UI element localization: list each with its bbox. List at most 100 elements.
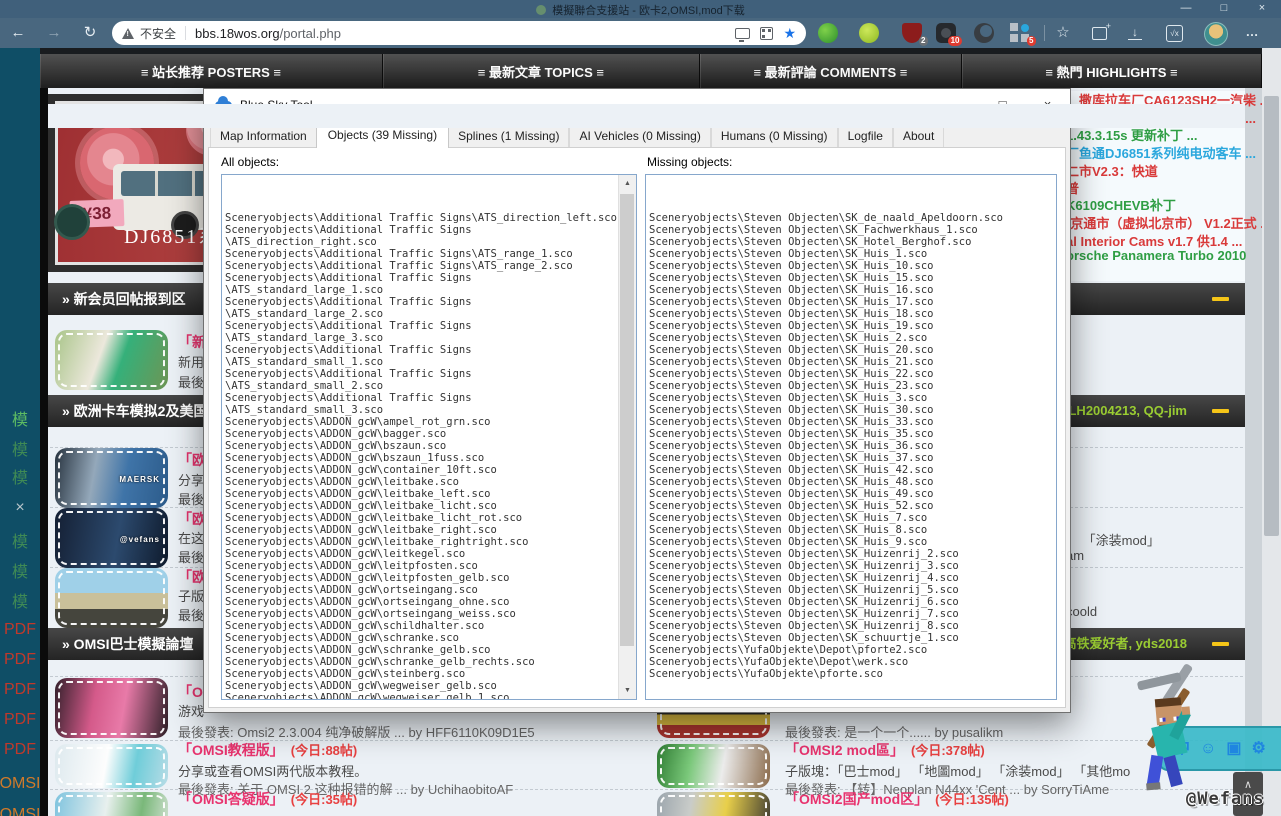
object-path-item[interactable]: Sceneryobjects\Additional Traffic Signs: [225, 320, 616, 332]
object-path-item[interactable]: Sceneryobjects\ADDON_gcW\leitbake_left.s…: [225, 488, 616, 500]
portal-nav-item[interactable]: ≡ 站长推荐 POSTERS ≡: [40, 54, 383, 88]
refresh-button[interactable]: ↻: [78, 18, 102, 48]
missing-object-path-item[interactable]: Sceneryobjects\Steven Objecten\SK_Huizen…: [649, 548, 1053, 560]
forward-button[interactable]: →: [42, 18, 66, 48]
forum-thumbnail[interactable]: [55, 678, 168, 738]
extension-box-icon[interactable]: 10: [936, 23, 956, 43]
portal-text[interactable]: 「O: [178, 682, 203, 702]
object-path-item[interactable]: Sceneryobjects\ADDON_gcW\wegweiser_gelb.…: [225, 680, 616, 692]
object-path-item[interactable]: Sceneryobjects\ADDON_gcW\ampel_rot_grn.s…: [225, 416, 616, 428]
vertical-tab-item[interactable]: 模: [0, 406, 40, 430]
object-path-item[interactable]: Sceneryobjects\ADDON_gcW\leitbake_right.…: [225, 524, 616, 536]
vertical-tab-item[interactable]: 模: [0, 558, 40, 582]
forum-thumbnail[interactable]: [55, 792, 168, 816]
forum-title-link[interactable]: 「OMSI2国产mod区」: [785, 791, 928, 807]
widget-icon[interactable]: ⚙: [1251, 741, 1265, 757]
portal-text[interactable]: 最後發表: Omsi2 2.3.004 纯净破解版 ... by HFF6110…: [178, 722, 535, 741]
portal-text[interactable]: 最後: [178, 372, 204, 391]
missing-object-path-item[interactable]: Sceneryobjects\Steven Objecten\SK_Huis_2…: [649, 332, 1053, 344]
dialog-tab[interactable]: About: [893, 125, 944, 147]
vertical-tab-item[interactable]: [0, 258, 40, 282]
object-path-item[interactable]: Sceneryobjects\Additional Traffic Signs\…: [225, 260, 616, 272]
object-path-item[interactable]: Sceneryobjects\ADDON_gcW\schranke.sco: [225, 632, 616, 644]
vertical-tab-item[interactable]: ×: [0, 496, 40, 520]
object-path-item[interactable]: Sceneryobjects\ADDON_gcW\bszaun_1fuss.sc…: [225, 452, 616, 464]
forum-title-link[interactable]: 「OMSI教程版」: [178, 742, 284, 758]
missing-object-path-item[interactable]: Sceneryobjects\Steven Objecten\SK_Huis_4…: [649, 488, 1053, 500]
forum-thumbnail[interactable]: MAERSK: [55, 448, 168, 508]
portal-nav-item[interactable]: ≡ 最新評論 COMMENTS ≡: [700, 54, 962, 88]
missing-object-path-item[interactable]: Sceneryobjects\Steven Objecten\SK_Huis_1…: [649, 248, 1053, 260]
missing-object-path-item[interactable]: Sceneryobjects\Steven Objecten\SK_Hotel_…: [649, 236, 1053, 248]
section-title[interactable]: » OMSI巴士模擬論壇: [62, 628, 193, 660]
collections-icon[interactable]: [1092, 27, 1107, 40]
dialog-tab[interactable]: Humans (0 Missing): [711, 125, 838, 147]
portal-text[interactable]: 最後: [178, 547, 204, 566]
forum-thumbnail[interactable]: [55, 568, 168, 628]
object-path-item[interactable]: \ATS_direction_right.sco: [225, 236, 616, 248]
window-minimize-button[interactable]: —: [1167, 0, 1205, 18]
object-path-item[interactable]: Sceneryobjects\ADDON_gcW\ortseingang_ohn…: [225, 596, 616, 608]
profile-avatar[interactable]: [1204, 22, 1228, 46]
object-path-item[interactable]: Sceneryobjects\Additional Traffic Signs\…: [225, 212, 616, 224]
back-button[interactable]: ←: [6, 18, 30, 48]
portal-text[interactable]: 分享或查看OMSI两代版本教程。: [178, 761, 367, 780]
missing-object-path-item[interactable]: Sceneryobjects\Steven Objecten\SK_Huis_3…: [649, 428, 1053, 440]
vertical-tab-item[interactable]: PDF: [0, 738, 40, 762]
vertical-tab-item[interactable]: 模: [0, 436, 40, 460]
missing-object-path-item[interactable]: Sceneryobjects\Steven Objecten\SK_Huis_3…: [649, 452, 1053, 464]
object-path-item[interactable]: Sceneryobjects\Additional Traffic Signs: [225, 224, 616, 236]
object-path-item[interactable]: Sceneryobjects\ADDON_gcW\leitbake_licht.…: [225, 500, 616, 512]
missing-object-path-item[interactable]: Sceneryobjects\Steven Objecten\SK_Huizen…: [649, 596, 1053, 608]
portal-nav-item[interactable]: ≡ 熱門 HIGHLIGHTS ≡: [962, 54, 1262, 88]
missing-object-path-item[interactable]: Sceneryobjects\Steven Objecten\SK_Huis_2…: [649, 344, 1053, 356]
missing-object-path-item[interactable]: Sceneryobjects\Steven Objecten\SK_Huis_4…: [649, 464, 1053, 476]
portal-text[interactable]: 子版: [178, 586, 204, 605]
portal-text[interactable]: K6109CHEVB补丁: [1066, 195, 1176, 214]
missing-object-path-item[interactable]: Sceneryobjects\Steven Objecten\SK_Huis_3…: [649, 392, 1053, 404]
favorites-icon[interactable]: ☆: [1050, 18, 1076, 48]
extension-crescent-icon[interactable]: [974, 23, 994, 43]
forum-thumbnail[interactable]: [657, 792, 770, 816]
send-to-devices-icon[interactable]: [735, 28, 750, 39]
forum-title-link[interactable]: 「OMSI答疑版」: [178, 791, 284, 807]
extension-idm-icon[interactable]: [818, 23, 838, 43]
object-path-item[interactable]: \ATS_standard_large_2.sco: [225, 308, 616, 320]
carousel-prev-button[interactable]: [54, 204, 90, 240]
vertical-tab-item[interactable]: 模: [0, 588, 40, 612]
missing-object-path-item[interactable]: Sceneryobjects\Steven Objecten\SK_Huis_9…: [649, 536, 1053, 548]
missing-object-path-item[interactable]: Sceneryobjects\Steven Objecten\SK_Huizen…: [649, 560, 1053, 572]
scroll-down-arrow[interactable]: ▼: [619, 682, 636, 699]
missing-object-path-item[interactable]: Sceneryobjects\Steven Objecten\SK_Huis_1…: [649, 260, 1053, 272]
missing-object-path-item[interactable]: Sceneryobjects\YufaObjekte\Depot\werk.sc…: [649, 656, 1053, 668]
forum-title-link[interactable]: 「OMSI2 mod區」: [785, 742, 904, 758]
object-path-item[interactable]: Sceneryobjects\ADDON_gcW\leitbake_rightr…: [225, 536, 616, 548]
dialog-tab[interactable]: Map Information: [210, 125, 317, 147]
qr-code-icon[interactable]: [760, 27, 773, 40]
dialog-tab[interactable]: Logfile: [838, 125, 893, 147]
window-maximize-button[interactable]: □: [1205, 0, 1243, 18]
vertical-tab-item[interactable]: [0, 318, 40, 342]
object-path-item[interactable]: \ATS_standard_large_3.sco: [225, 332, 616, 344]
portal-text[interactable]: 厂鱼通DJ6851系列纯电动客车 ...: [1066, 143, 1256, 162]
vertical-tab-item[interactable]: [0, 136, 40, 160]
window-close-button[interactable]: ×: [1243, 0, 1281, 18]
object-path-item[interactable]: Sceneryobjects\Additional Traffic Signs: [225, 296, 616, 308]
vertical-tab-item[interactable]: [0, 378, 40, 402]
missing-object-path-item[interactable]: Sceneryobjects\Steven Objecten\SK_Huis_4…: [649, 476, 1053, 488]
portal-text[interactable]: orsche Panamera Turbo 2010: [1066, 248, 1246, 263]
object-path-item[interactable]: Sceneryobjects\Additional Traffic Signs\…: [225, 248, 616, 260]
collapse-icon[interactable]: [1212, 642, 1229, 646]
object-path-item[interactable]: Sceneryobjects\ADDON_gcW\schildhalter.sc…: [225, 620, 616, 632]
missing-object-path-item[interactable]: Sceneryobjects\Steven Objecten\SK_Huizen…: [649, 620, 1053, 632]
url-text[interactable]: bbs.18wos.org/portal.php: [195, 26, 725, 41]
object-path-item[interactable]: Sceneryobjects\ADDON_gcW\wegweiser_gelb_…: [225, 692, 616, 700]
portal-text[interactable]: 「欧: [178, 567, 206, 587]
object-path-item[interactable]: Sceneryobjects\Additional Traffic Signs: [225, 368, 616, 380]
portal-text[interactable]: 最後: [178, 605, 204, 624]
object-path-item[interactable]: \ATS_standard_small_1.sco: [225, 356, 616, 368]
missing-object-path-item[interactable]: Sceneryobjects\Steven Objecten\SK_Huis_3…: [649, 404, 1053, 416]
vertical-tab-item[interactable]: [0, 288, 40, 312]
bookmark-star-icon[interactable]: ★: [783, 26, 796, 40]
portal-text[interactable]: 新用: [178, 352, 204, 371]
